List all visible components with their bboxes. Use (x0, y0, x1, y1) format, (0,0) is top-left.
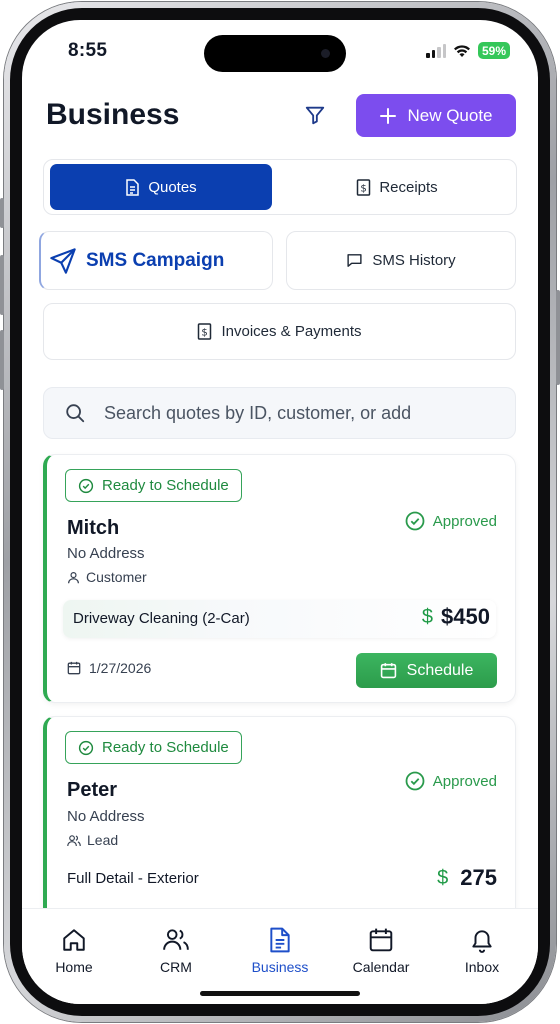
bell-icon (472, 930, 492, 953)
nav-inbox-label: Inbox (464, 959, 500, 975)
status-time: 8:55 (68, 40, 108, 61)
document-icon (270, 927, 290, 953)
nav-item-business[interactable]: Business (240, 927, 320, 975)
side-button-mute (0, 198, 4, 228)
nav-business-label: Business (251, 959, 309, 975)
segment-tabs: Quotes $ Receipts (43, 159, 517, 215)
nav-item-calendar[interactable]: Calendar (341, 927, 421, 975)
tab-quotes-label: Quotes (148, 178, 197, 196)
price-amount: 275 (460, 865, 497, 890)
customer-type-label: Customer (86, 569, 147, 585)
nav-item-home[interactable]: Home (34, 927, 114, 975)
nav-home-label: Home (55, 959, 93, 975)
svg-text:$: $ (361, 183, 367, 194)
customer-type-label: Lead (87, 832, 119, 848)
nav-crm-label: CRM (160, 959, 192, 975)
price-amount: $450 (441, 604, 490, 629)
search-icon (66, 404, 85, 423)
wifi-icon (454, 44, 470, 57)
receipt-icon: $ (357, 178, 371, 196)
tab-quotes[interactable]: Quotes (50, 164, 272, 210)
quote-price: $ $450 (422, 604, 490, 630)
calendar-icon (380, 663, 396, 679)
tab-receipts-label: Receipts (379, 178, 438, 196)
invoices-payments-button[interactable]: $ Invoices & Payments (43, 303, 516, 360)
nav-item-inbox[interactable]: Inbox (442, 927, 522, 975)
filter-icon (305, 106, 325, 125)
check-circle-icon (405, 511, 425, 531)
message-icon (347, 254, 362, 267)
quote-card[interactable]: Ready to Schedule Approved Mitch No Addr… (43, 454, 516, 703)
receipt-icon: $ (198, 323, 212, 340)
service-line-item: Driveway Cleaning (2-Car) $ $450 (63, 600, 496, 638)
check-circle-icon (78, 478, 94, 493)
side-button-power (556, 290, 560, 385)
home-indicator (200, 991, 360, 996)
dollar-icon: $ (437, 866, 449, 889)
svg-text:$: $ (202, 328, 208, 339)
approval-label: Approved (432, 772, 497, 790)
sms-campaign-label: SMS Campaign (86, 249, 225, 271)
nav-calendar-label: Calendar (352, 959, 410, 975)
service-name: Full Detail - Exterior (67, 870, 199, 887)
bottom-navigation: Home CRM Business Calendar Inbox (22, 908, 538, 1004)
schedule-button[interactable]: Schedule (356, 653, 497, 688)
badge-label: Ready to Schedule (102, 739, 229, 756)
check-circle-icon (78, 740, 94, 755)
search-bar (43, 387, 516, 439)
tab-receipts[interactable]: $ Receipts (284, 164, 510, 210)
customer-type: Customer (67, 569, 147, 585)
quote-price: $ 275 (437, 865, 497, 891)
nav-item-crm[interactable]: CRM (136, 927, 216, 975)
customer-address: No Address (67, 545, 145, 562)
status-badge: Ready to Schedule (65, 469, 242, 502)
sms-history-button[interactable]: SMS History (286, 231, 516, 290)
side-button-volume-up (0, 255, 4, 315)
filter-button[interactable] (300, 100, 330, 130)
search-input[interactable] (104, 402, 464, 424)
cellular-signal-icon (426, 43, 446, 58)
service-name: Driveway Cleaning (2-Car) (73, 610, 250, 627)
check-circle-icon (405, 771, 425, 791)
quote-date-label: 1/27/2026 (89, 660, 152, 676)
customer-address: No Address (67, 808, 145, 825)
badge-label: Ready to Schedule (102, 477, 229, 494)
dynamic-island (204, 35, 346, 72)
users-icon (67, 834, 81, 846)
quote-date: 1/27/2026 (67, 660, 151, 676)
dollar-icon: $ (421, 605, 434, 628)
battery-indicator: 59% (478, 42, 510, 59)
approval-status: Approved (405, 771, 497, 791)
plus-icon (380, 107, 397, 124)
sms-campaign-button[interactable]: SMS Campaign (39, 231, 273, 290)
customer-type: Lead (67, 832, 118, 848)
calendar-icon (67, 661, 81, 675)
page-title: Business (46, 98, 180, 131)
calendar-icon (369, 928, 393, 952)
user-icon (68, 571, 79, 583)
side-button-volume-down (0, 330, 4, 390)
status-badge: Ready to Schedule (65, 731, 242, 764)
users-icon (163, 929, 189, 950)
new-quote-label: New Quote (407, 105, 493, 125)
invoices-payments-label: Invoices & Payments (221, 323, 362, 340)
customer-name: Mitch (67, 517, 120, 539)
customer-name: Peter (67, 779, 118, 801)
sms-history-label: SMS History (372, 252, 456, 269)
new-quote-button[interactable]: New Quote (356, 94, 516, 137)
send-icon (50, 247, 76, 274)
document-icon (126, 178, 140, 196)
home-icon (63, 929, 85, 951)
app-screen: 8:55 59% Business New Quote Quotes $ Rec… (22, 20, 538, 1004)
status-icons: 59% (426, 42, 510, 59)
schedule-label: Schedule (406, 661, 474, 679)
approval-label: Approved (432, 512, 497, 530)
approval-status: Approved (405, 511, 497, 531)
